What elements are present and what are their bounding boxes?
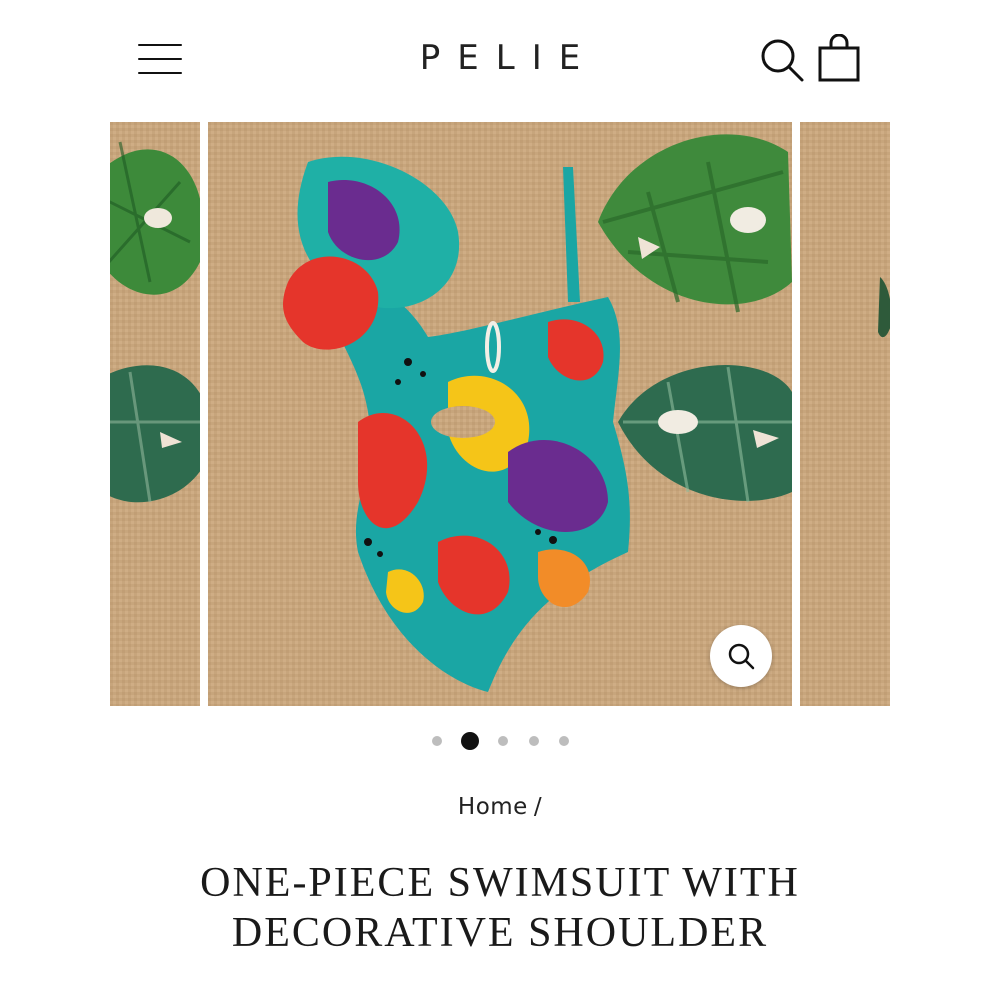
breadcrumb: Home / xyxy=(0,794,1000,820)
gallery-slide-next[interactable] xyxy=(800,122,890,706)
zoom-button[interactable] xyxy=(710,625,772,687)
search-icon[interactable] xyxy=(758,36,806,84)
breadcrumb-separator: / xyxy=(533,794,543,820)
gallery-dot-4[interactable] xyxy=(529,736,539,746)
product-title-line-1: ONE-PIECE SWIMSUIT WITH xyxy=(200,860,800,906)
gallery-dot-1[interactable] xyxy=(432,736,442,746)
shopping-bag-icon[interactable] xyxy=(816,33,864,84)
gallery-slide-main[interactable] xyxy=(208,122,792,706)
gallery-dot-5[interactable] xyxy=(559,736,569,746)
gallery-dot-3[interactable] xyxy=(498,736,508,746)
site-header: PELIE xyxy=(0,0,1000,120)
gallery-pagination xyxy=(0,732,1000,752)
gallery-slide-previous[interactable] xyxy=(110,122,200,706)
product-image-gallery[interactable] xyxy=(0,122,1000,706)
zoom-magnifier-icon xyxy=(728,643,755,670)
breadcrumb-home-link[interactable]: Home xyxy=(458,794,528,820)
product-title-line-2: DECORATIVE SHOULDER xyxy=(231,910,769,956)
gallery-dot-2[interactable] xyxy=(461,732,479,750)
product-title: ONE-PIECE SWIMSUIT WITH DECORATIVE SHOUL… xyxy=(0,858,1000,958)
